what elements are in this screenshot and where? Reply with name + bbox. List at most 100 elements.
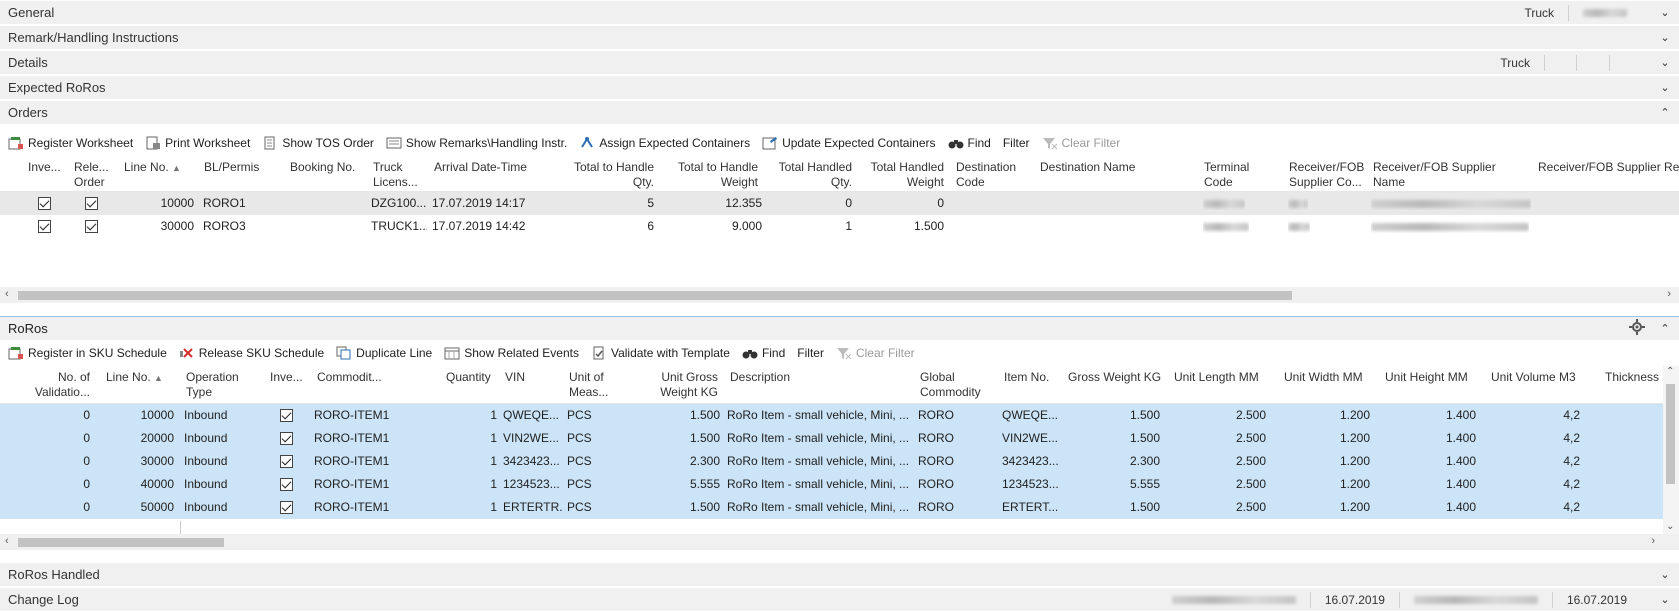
scroll-right-icon[interactable]: › [1667,288,1671,300]
col-header-vin[interactable]: VIN [505,370,525,385]
cell-unit-gross-weight[interactable]: 2.300 [648,454,720,468]
cell-no-of-validations[interactable]: 0 [20,431,90,445]
col-header-line-no[interactable]: Line No. ▲ [106,370,163,386]
cell-unit-volume[interactable]: 4,2 [1510,408,1580,422]
checkbox[interactable] [280,409,293,422]
cell-unit-length[interactable]: 2.500 [1196,431,1266,445]
cell-total-to-handle-qty[interactable]: 5 [580,196,654,210]
cell-unit-height[interactable]: 1.400 [1404,408,1476,422]
cell-gross-weight[interactable]: 1.500 [1090,408,1160,422]
col-header-terminal-code[interactable]: Terminal Code [1204,160,1249,190]
find-button[interactable]: Find [742,346,785,360]
cell-vin[interactable]: ERTERTR... [503,500,563,514]
update-expected-containers-button[interactable]: Update Expected Containers [762,136,936,150]
cell-no-of-validations[interactable]: 0 [20,454,90,468]
cell-operation-type[interactable]: Inbound [184,500,264,514]
cell-vin[interactable]: QWEQE... [503,408,563,422]
checkbox[interactable] [85,197,98,210]
cell-item-no[interactable]: VIN2WE... [1002,431,1058,445]
col-header-unit-volume[interactable]: Unit Volume M3 [1491,370,1576,385]
cell-description[interactable]: RoRo Item - small vehicle, Mini, ... [727,408,913,422]
validate-with-template-button[interactable]: Validate with Template [591,346,730,360]
table-row[interactable]: 0 30000 Inbound RORO-ITEM1 1 3423423... PCS 2.3… [0,450,1663,473]
cell-unit-length[interactable]: 2.500 [1196,408,1266,422]
cell-commodity[interactable]: RORO-ITEM1 [314,454,434,468]
col-header-booking-no[interactable]: Booking No. [290,160,355,175]
chevron-down-icon[interactable]: ⌄ [1651,568,1679,581]
scroll-right-icon[interactable]: › [1651,535,1655,547]
cell-total-to-handle-weight[interactable]: 12.355 [680,196,762,210]
cell-unit-volume[interactable]: 4,2 [1510,500,1580,514]
settings-icon[interactable] [1629,319,1645,338]
col-header-receiver-fob-ref[interactable]: Receiver/FOB Supplier Refe [1538,160,1679,175]
col-header-unit-width[interactable]: Unit Width MM [1284,370,1363,385]
cell-unit-length[interactable]: 2.500 [1196,500,1266,514]
cell-operation-type[interactable]: Inbound [184,477,264,491]
cell-unit-volume[interactable]: 4,2 [1510,454,1580,468]
chevron-down-icon[interactable]: ⌄ [1651,6,1679,19]
col-header-no-of-validations[interactable]: No. of Validatio... [20,370,90,400]
cell-unit-width[interactable]: 1.200 [1300,408,1370,422]
cell-vin[interactable]: 1234523... [503,477,563,491]
scrollbar-thumb[interactable] [1666,384,1675,484]
col-header-unit-of-measure[interactable]: Unit of Meas... [569,370,608,400]
cell-unit-of-measure[interactable]: PCS [567,431,637,445]
release-sku-schedule-button[interactable]: Release SKU Schedule [179,346,324,360]
filter-button[interactable]: Filter [797,346,824,360]
cell-vin[interactable]: 3423423... [503,454,563,468]
chevron-down-icon[interactable]: ⌄ [1651,31,1679,44]
fasttab-roros-handled[interactable]: RoRos Handled ⌄ [0,562,1679,586]
col-header-item-no[interactable]: Item No. [1004,370,1049,385]
cell-unit-height[interactable]: 1.400 [1404,454,1476,468]
cell-vin[interactable]: VIN2WE... [503,431,563,445]
chevron-up-icon[interactable]: ⌃ [1651,106,1679,119]
cell-unit-width[interactable]: 1.200 [1300,500,1370,514]
orders-horizontal-scrollbar[interactable]: ‹ › [0,287,1679,303]
table-row[interactable]: 10000 RORO1 DZG100... 17.07.2019 14:17 5… [0,192,1679,215]
cell-unit-of-measure[interactable]: PCS [567,500,637,514]
cell-arrival[interactable]: 17.07.2019 14:42 [432,219,525,233]
checkbox[interactable] [280,455,293,468]
cell-unit-of-measure[interactable]: PCS [567,408,637,422]
cell-unit-height[interactable]: 1.400 [1404,500,1476,514]
chevron-down-icon[interactable]: ⌄ [1651,593,1679,606]
cell-unit-length[interactable]: 2.500 [1196,454,1266,468]
col-header-release-order[interactable]: Rele... Order [74,160,109,190]
duplicate-line-button[interactable]: Duplicate Line [336,346,432,360]
cell-gross-weight[interactable]: 1.500 [1090,431,1160,445]
scroll-left-icon[interactable]: ‹ [5,288,9,300]
checkbox[interactable] [280,432,293,445]
col-header-bl-permis[interactable]: BL/Permis [204,160,259,175]
cell-line-no[interactable]: 20000 [110,431,174,445]
cell-unit-width[interactable]: 1.200 [1300,454,1370,468]
fasttab-details[interactable]: Details Truck ⌄ [0,50,1679,74]
fasttab-expected-roros[interactable]: Expected RoRos ⌄ [0,75,1679,99]
cell-bl-permis[interactable]: RORO3 [203,219,246,233]
checkbox[interactable] [280,501,293,514]
cell-truck-license[interactable]: TRUCK1... [371,219,427,233]
col-header-total-handled-weight[interactable]: Total Handled Weight [860,160,944,190]
cell-unit-height[interactable]: 1.400 [1404,431,1476,445]
col-header-total-to-handle-qty[interactable]: Total to Handle Qty. [560,160,654,190]
cell-unit-gross-weight[interactable]: 1.500 [648,431,720,445]
fasttab-orders[interactable]: Orders ⌃ [0,100,1679,124]
cell-global-commodity[interactable]: RORO [918,477,998,491]
cell-unit-width[interactable]: 1.200 [1300,431,1370,445]
cell-total-handled-weight[interactable]: 0 [880,196,944,210]
cell-description[interactable]: RoRo Item - small vehicle, Mini, ... [727,500,913,514]
roros-horizontal-scrollbar[interactable]: ‹ › [0,534,1679,550]
cell-operation-type[interactable]: Inbound [184,454,264,468]
col-header-receiver-fob-name[interactable]: Receiver/FOB Supplier Name [1373,160,1496,190]
checkbox[interactable] [38,220,51,233]
table-row[interactable]: 30000 RORO3 TRUCK1... 17.07.2019 14:42 6… [0,215,1679,238]
cell-line-no[interactable]: 50000 [110,500,174,514]
cell-unit-of-measure[interactable]: PCS [567,454,637,468]
checkbox[interactable] [85,220,98,233]
cell-line-no[interactable]: 40000 [110,477,174,491]
cell-line-no[interactable]: 10000 [140,196,194,210]
assign-expected-containers-button[interactable]: Assign Expected Containers [579,136,750,150]
scroll-down-icon[interactable]: ⌄ [1666,521,1674,532]
cell-global-commodity[interactable]: RORO [918,454,998,468]
cell-quantity[interactable]: 1 [440,454,497,468]
chevron-down-icon[interactable]: ⌄ [1651,56,1679,69]
